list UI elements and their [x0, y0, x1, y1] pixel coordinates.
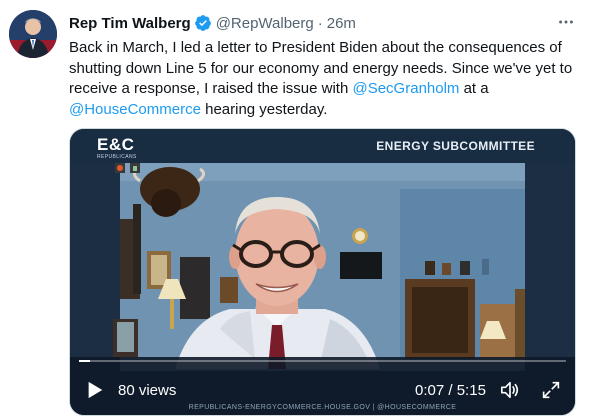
more-icon[interactable] [556, 12, 576, 32]
time-divider: / [448, 382, 453, 399]
ec-logo: E&C [97, 135, 135, 154]
view-count: 80 views [118, 382, 177, 399]
mention-housecommerce-link[interactable]: @HouseCommerce [69, 101, 201, 118]
ec-logo-subtitle: REPUBLICANS [97, 154, 137, 160]
video-banner: ENERGY SUBCOMMITTEE [376, 139, 535, 153]
tweet-header: Rep Tim Walberg @RepWalberg · 26m [69, 12, 356, 34]
author-handle[interactable]: @RepWalberg [216, 15, 314, 32]
time-display: 0:07 / 5:15 [415, 382, 486, 399]
time-elapsed: 0:07 [415, 382, 445, 399]
fullscreen-icon[interactable] [540, 379, 562, 401]
verified-icon [194, 14, 212, 32]
author-name[interactable]: Rep Tim Walberg [69, 15, 191, 32]
volume-icon[interactable] [498, 379, 522, 401]
mention-secgranholm-link[interactable]: @SecGranholm [352, 80, 459, 97]
play-icon[interactable] [84, 379, 106, 401]
tweet-text-part3: hearing yesterday. [200, 100, 328, 118]
separator-dot: · [317, 14, 323, 32]
progress-bar[interactable] [79, 360, 566, 362]
tweet-text-part1: Back in March, I led a letter to Preside… [69, 39, 573, 97]
video-player[interactable]: E&C REPUBLICANS ENERGY SUBCOMMITTEE REPU… [69, 128, 576, 416]
tweet-text: Back in March, I led a letter to Preside… [69, 38, 579, 120]
timestamp[interactable]: 26m [327, 15, 356, 32]
tweet-text-part2: at a [459, 80, 489, 97]
video-controls: 80 views 0:07 / 5:15 [70, 357, 575, 415]
time-duration: 5:15 [456, 382, 486, 399]
avatar[interactable] [9, 10, 57, 58]
progress-fill [79, 360, 90, 362]
